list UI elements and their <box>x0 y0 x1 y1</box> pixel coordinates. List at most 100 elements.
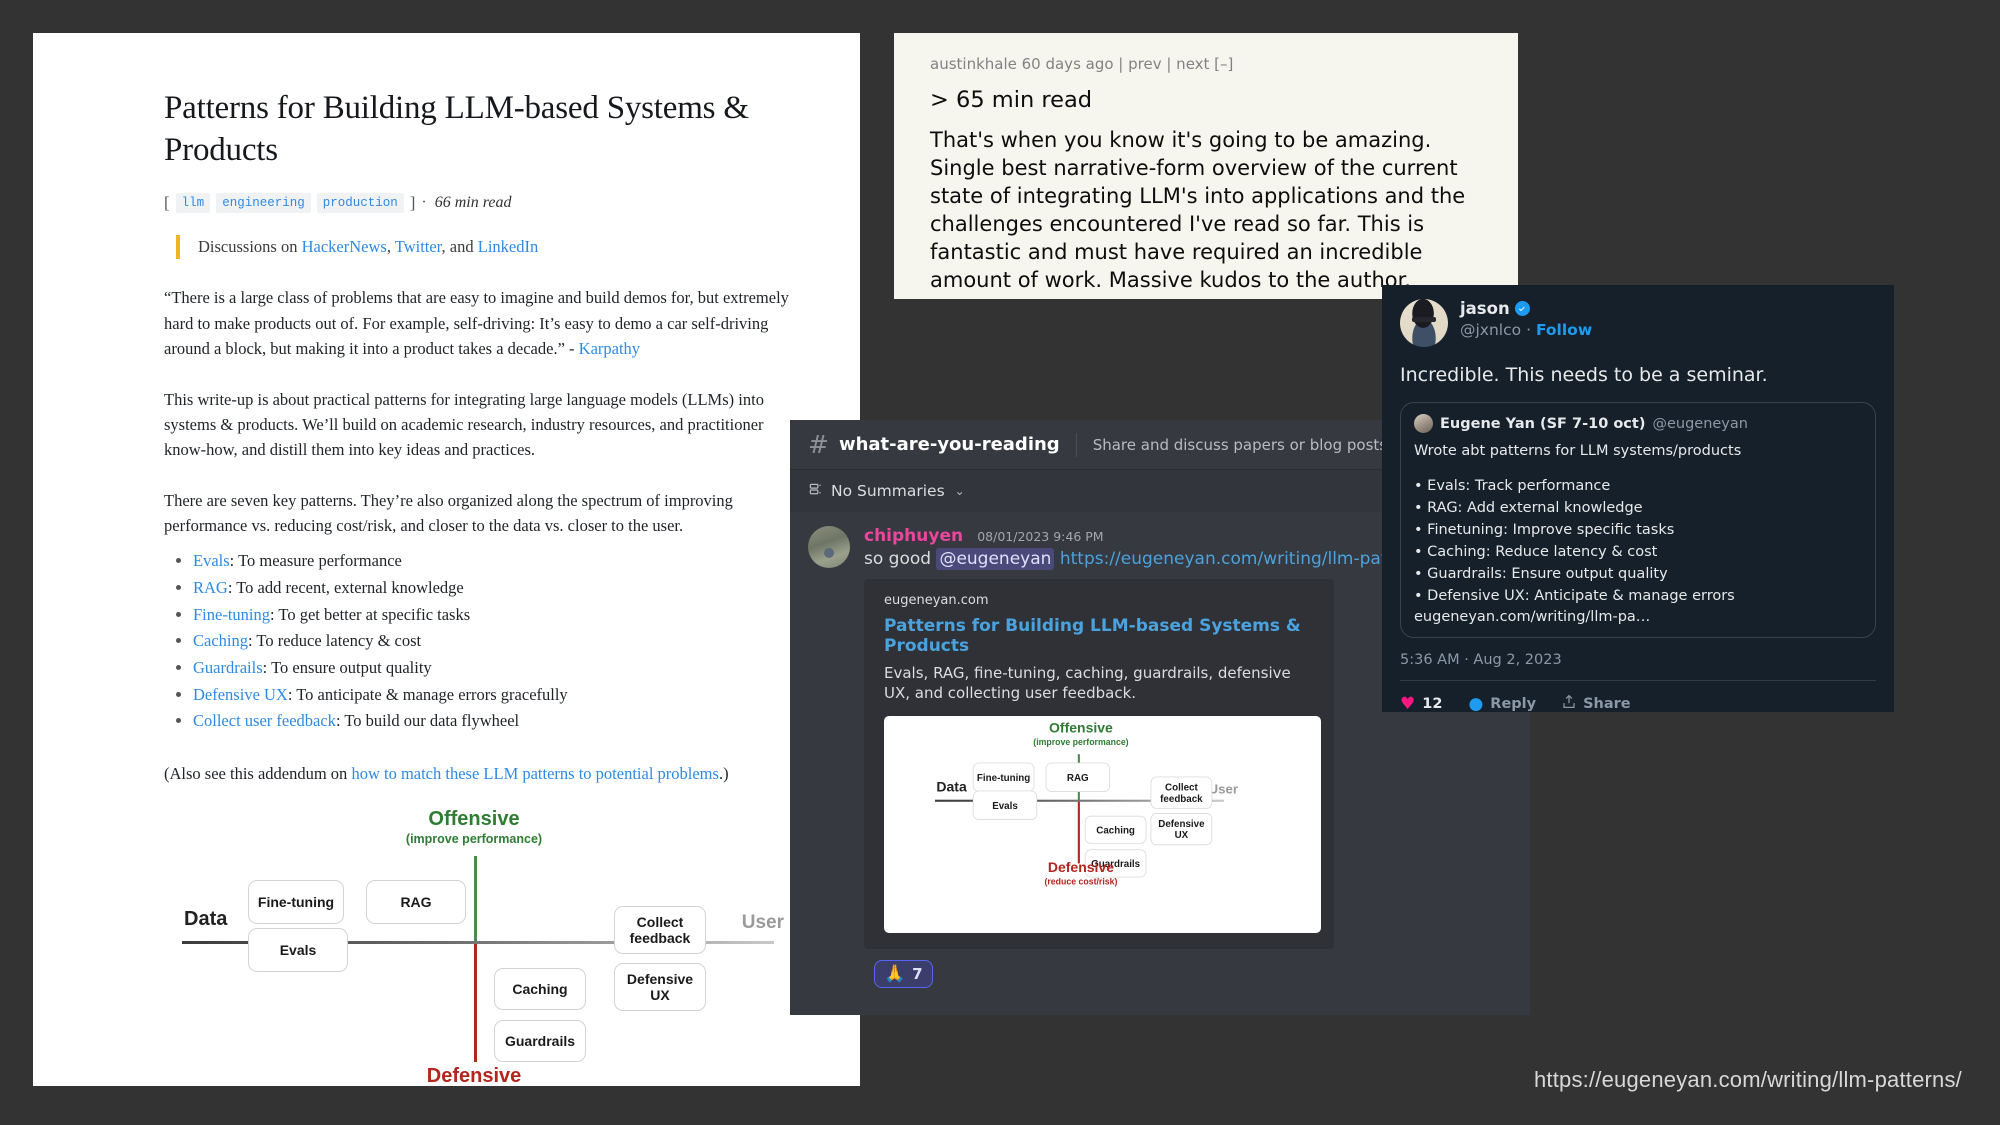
diagram-node-caching: Caching <box>1084 815 1147 844</box>
discussions-callout: Discussions on HackerNews, Twitter, and … <box>176 235 816 260</box>
defensive-subtitle: (reduce cost/risk) <box>1044 876 1118 886</box>
axis-label-user: User <box>1208 781 1239 797</box>
summaries-icon <box>808 482 823 501</box>
defensive-title: Defensive <box>1047 859 1115 875</box>
link-addendum[interactable]: how to match these LLM patterns to poten… <box>351 764 719 783</box>
diagram-node-guardrails: Guardrails <box>494 1020 586 1063</box>
embed-title[interactable]: Patterns for Building LLM-based Systems … <box>884 616 1318 656</box>
bracket-close: ] <box>409 193 416 213</box>
list-item: Defensive UX: To anticipate & manage err… <box>193 682 813 709</box>
diagram-node-rag: RAG <box>1045 762 1110 792</box>
tweet-author-handle: @jxnlco · Follow <box>1460 321 1592 339</box>
article-quote-paragraph: “There is a large class of problems that… <box>164 285 804 360</box>
bracket-open: [ <box>164 193 170 213</box>
header-divider <box>1075 432 1077 457</box>
quoted-author-handle: @eugeneyan <box>1652 415 1748 432</box>
tag-production[interactable]: production <box>316 193 404 214</box>
footer-url: https://eugeneyan.com/writing/llm-patter… <box>1533 1067 1962 1092</box>
offensive-title: Offensive <box>428 808 520 831</box>
quoted-tweet[interactable]: Eugene Yan (SF 7-10 oct) @eugeneyan Wrot… <box>1400 402 1876 638</box>
read-time: 66 min read <box>434 194 512 212</box>
article-paragraph-2: This write-up is about practical pattern… <box>164 389 764 459</box>
tweet-author-name[interactable]: jason <box>1460 299 1592 318</box>
link-twitter[interactable]: Twitter <box>395 237 442 256</box>
share-button[interactable]: Share <box>1562 694 1631 712</box>
pattern-desc: : To measure performance <box>229 551 402 571</box>
pattern-link-fine-tuning[interactable]: Fine-tuning <box>193 605 270 624</box>
diagram-defensive-label: Defensive (reduce cost/risk) <box>164 1065 784 1086</box>
diagram-node-rag: RAG <box>366 880 466 925</box>
reply-button[interactable]: ● Reply <box>1468 694 1536 712</box>
hn-comment-quote: > 65 min read <box>930 87 1093 113</box>
article-paragraph-3: There are seven key patterns. They’re al… <box>164 490 733 536</box>
list-item: • Defensive UX: Anticipate & manage erro… <box>1414 587 1735 604</box>
discord-reaction-badge[interactable]: 🙏 7 <box>874 959 933 988</box>
screenshot-stage: Patterns for Building LLM-based Systems … <box>0 0 2000 1125</box>
diagram-offensive-label: Offensive (improve performance) <box>928 720 1234 747</box>
pattern-desc: : To ensure output quality <box>262 657 432 677</box>
discord-message-link[interactable]: https://eugeneyan.com/writing/llm-patter <box>1060 549 1412 569</box>
diagram-node-defensive-ux: Defensive UX <box>614 963 706 1012</box>
embed-preview-image[interactable]: Offensive (improve performance) Data Use… <box>884 715 1321 933</box>
discord-message-author[interactable]: chiphuyen <box>864 526 963 546</box>
diagram-offensive-label: Offensive (improve performance) <box>164 808 784 846</box>
axis-label-user: User <box>741 912 784 934</box>
list-item: Caching: To reduce latency & cost <box>193 628 813 655</box>
defensive-title: Defensive <box>426 1065 522 1086</box>
embed-site-name: eugeneyan.com <box>884 593 989 608</box>
list-item: RAG: To add recent, external knowledge <box>193 575 813 602</box>
quoted-tweet-url[interactable]: eugeneyan.com/writing/llm-pa… <box>1414 609 1862 625</box>
list-item: • RAG: Add external knowledge <box>1414 499 1643 516</box>
reply-label: Reply <box>1490 695 1537 712</box>
pattern-link-defensive-ux[interactable]: Defensive UX <box>193 685 288 704</box>
diagram-node-collect-feedback: Collect feedback <box>1150 776 1213 809</box>
share-icon <box>1562 694 1576 712</box>
discord-mention[interactable]: @eugeneyan <box>936 548 1055 570</box>
like-button[interactable]: ♥ 12 <box>1400 694 1442 712</box>
hash-icon: # <box>808 430 829 459</box>
link-hackernews[interactable]: HackerNews <box>302 237 387 256</box>
discord-channel-name[interactable]: what-are-you-reading <box>839 434 1060 455</box>
hn-comment-body: That's when you know it's going to be am… <box>930 128 1466 292</box>
tweet-panel: jason @jxnlco · Follow Incredible. This … <box>1382 285 1894 712</box>
axis-label-data: Data <box>936 778 967 795</box>
follow-button[interactable]: Follow <box>1536 321 1592 339</box>
discussions-and: , and <box>441 237 478 257</box>
list-item: Collect user feedback: To build our data… <box>193 708 813 735</box>
pattern-link-rag[interactable]: RAG <box>193 578 228 597</box>
embed-description: Evals, RAG, fine-tuning, caching, guardr… <box>884 664 1291 703</box>
list-item: • Evals: Track performance <box>1414 477 1611 494</box>
diagram-node-evals: Evals <box>248 928 348 973</box>
pattern-link-collect-user-feedback[interactable]: Collect user feedback <box>193 711 336 730</box>
discord-message-timestamp: 08/01/2023 9:46 PM <box>977 529 1104 544</box>
avatar[interactable] <box>808 526 850 568</box>
tag-llm[interactable]: llm <box>175 193 211 214</box>
list-item: • Finetuning: Improve specific tasks <box>1414 521 1675 538</box>
discord-summaries-label: No Summaries <box>831 482 945 500</box>
link-karpathy[interactable]: Karpathy <box>579 339 640 358</box>
list-item: Evals: To measure performance <box>193 548 813 575</box>
defensive-axis-line <box>474 942 477 1063</box>
chevron-down-icon[interactable]: ⌄ <box>955 484 965 498</box>
llm-patterns-diagram: Offensive (improve performance) Data Use… <box>164 808 784 1086</box>
diagram-node-caching: Caching <box>494 968 586 1011</box>
quoted-tweet-header: Eugene Yan (SF 7-10 oct) @eugeneyan <box>1414 414 1862 433</box>
addendum-suffix: .) <box>718 764 729 784</box>
avatar[interactable] <box>1414 414 1433 433</box>
patterns-list: Evals: To measure performance RAG: To ad… <box>193 548 813 735</box>
embedded-llm-patterns-diagram: Offensive (improve performance) Data Use… <box>928 720 1238 886</box>
pattern-link-evals[interactable]: Evals <box>193 551 230 570</box>
page-title: Patterns for Building LLM-based Systems … <box>164 90 749 169</box>
pattern-link-caching[interactable]: Caching <box>193 631 248 650</box>
axis-label-data: Data <box>184 908 228 931</box>
link-linkedin[interactable]: LinkedIn <box>478 237 538 256</box>
pray-icon: 🙏 <box>884 963 906 984</box>
diagram-node-fine-tuning: Fine-tuning <box>972 762 1035 792</box>
hn-comment-meta[interactable]: austinkhale 60 days ago | prev | next [–… <box>930 55 1490 73</box>
diagram-node-fine-tuning: Fine-tuning <box>248 880 344 925</box>
discord-link-embed[interactable]: eugeneyan.com Patterns for Building LLM-… <box>864 579 1334 949</box>
tag-engineering[interactable]: engineering <box>216 193 311 214</box>
pattern-link-guardrails[interactable]: Guardrails <box>193 658 263 677</box>
avatar[interactable] <box>1400 299 1448 347</box>
pattern-desc: : To anticipate & manage errors graceful… <box>287 684 568 704</box>
